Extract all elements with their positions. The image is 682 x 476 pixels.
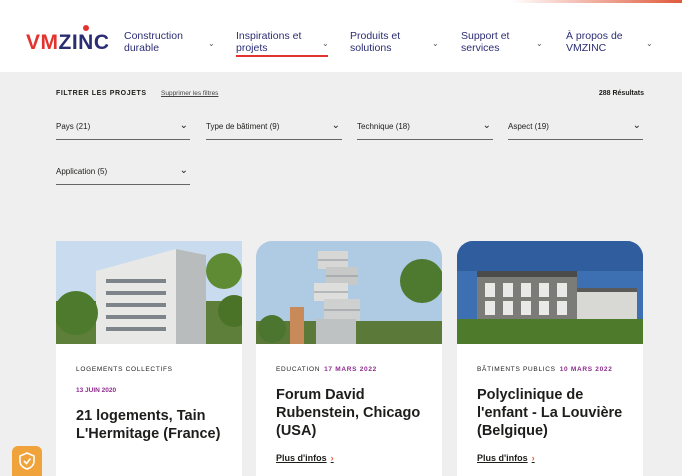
filter-application-select[interactable]: Application (5) ⌄ bbox=[56, 165, 190, 185]
more-info-link[interactable]: Plus d'infos › bbox=[477, 453, 535, 463]
chevron-right-icon: › bbox=[531, 453, 535, 463]
logo-zinc: ZINC bbox=[58, 31, 110, 54]
vmzinc-logo[interactable]: VMZINC bbox=[26, 25, 110, 55]
nav-support-services[interactable]: Support et services ⌄ bbox=[461, 30, 543, 54]
card-date: 10 MARS 2022 bbox=[559, 366, 613, 373]
filter-technique-select[interactable]: Technique (18) ⌄ bbox=[357, 120, 493, 140]
nav-produits-solutions[interactable]: Produits et solutions ⌄ bbox=[350, 30, 439, 54]
chevron-down-icon: ⌄ bbox=[536, 39, 543, 48]
card-title: Polyclinique de l'enfant - La Louvière (… bbox=[477, 387, 623, 439]
chevron-down-icon: ⌄ bbox=[432, 39, 439, 48]
header-accent-bar bbox=[512, 0, 682, 3]
chevron-down-icon: ⌄ bbox=[331, 120, 340, 131]
nav-a-propos[interactable]: À propos de VMZINC ⌄ bbox=[566, 30, 653, 54]
nav-active-underline bbox=[236, 55, 328, 57]
filter-title: FILTRER LES PROJETS bbox=[56, 90, 147, 97]
privacy-shield-button[interactable] bbox=[12, 446, 42, 476]
site-header: VMZINC Construction durable ⌄ Inspiratio… bbox=[0, 0, 682, 72]
card-category: LOGEMENTS COLLECTIFS bbox=[76, 366, 173, 373]
shield-icon bbox=[19, 452, 35, 470]
filter-pays-select[interactable]: Pays (21) ⌄ bbox=[56, 120, 190, 140]
logo-dot bbox=[83, 25, 89, 31]
chevron-down-icon: ⌄ bbox=[179, 165, 188, 176]
chevron-down-icon: ⌄ bbox=[322, 39, 329, 48]
nav-inspirations-projets[interactable]: Inspirations et projets ⌄ bbox=[236, 30, 329, 54]
more-info-link[interactable]: Plus d'infos › bbox=[276, 453, 334, 463]
results-count: 288 Résultats bbox=[598, 90, 644, 97]
chevron-down-icon: ⌄ bbox=[179, 120, 188, 131]
project-card[interactable]: EDUCATION 17 MARS 2022 Forum David Rubens… bbox=[256, 241, 442, 476]
chevron-down-icon: ⌄ bbox=[482, 120, 491, 131]
card-date: 17 MARS 2022 bbox=[324, 366, 377, 373]
card-category: BÂTIMENTS PUBLICS 10 MARS 2022 bbox=[477, 366, 613, 373]
card-date: 13 JUIN 2020 bbox=[76, 387, 117, 394]
project-image bbox=[56, 241, 242, 344]
chevron-right-icon: › bbox=[330, 453, 334, 463]
chevron-down-icon: ⌄ bbox=[646, 39, 653, 48]
project-card[interactable]: BÂTIMENTS PUBLICS 10 MARS 2022 Polycliniq… bbox=[457, 241, 643, 476]
project-image bbox=[457, 241, 643, 344]
filter-type-batiment-select[interactable]: Type de bâtiment (9) ⌄ bbox=[206, 120, 342, 140]
chevron-down-icon: ⌄ bbox=[632, 120, 641, 131]
card-category: EDUCATION 17 MARS 2022 bbox=[276, 366, 377, 373]
logo-vm: VM bbox=[26, 31, 59, 54]
filter-aspect-select[interactable]: Aspect (19) ⌄ bbox=[508, 120, 643, 140]
project-image bbox=[256, 241, 442, 344]
project-card[interactable]: LOGEMENTS COLLECTIFS 13 JUIN 2020 21 log… bbox=[56, 241, 242, 476]
nav-construction-durable[interactable]: Construction durable ⌄ bbox=[124, 30, 215, 54]
card-title: 21 logements, Tain L'Hermitage (France) bbox=[76, 408, 221, 442]
card-title: Forum David Rubenstein, Chicago (USA) bbox=[276, 387, 421, 439]
chevron-down-icon: ⌄ bbox=[208, 39, 215, 48]
clear-filters-link[interactable]: Supprimer les filtres bbox=[161, 90, 218, 97]
